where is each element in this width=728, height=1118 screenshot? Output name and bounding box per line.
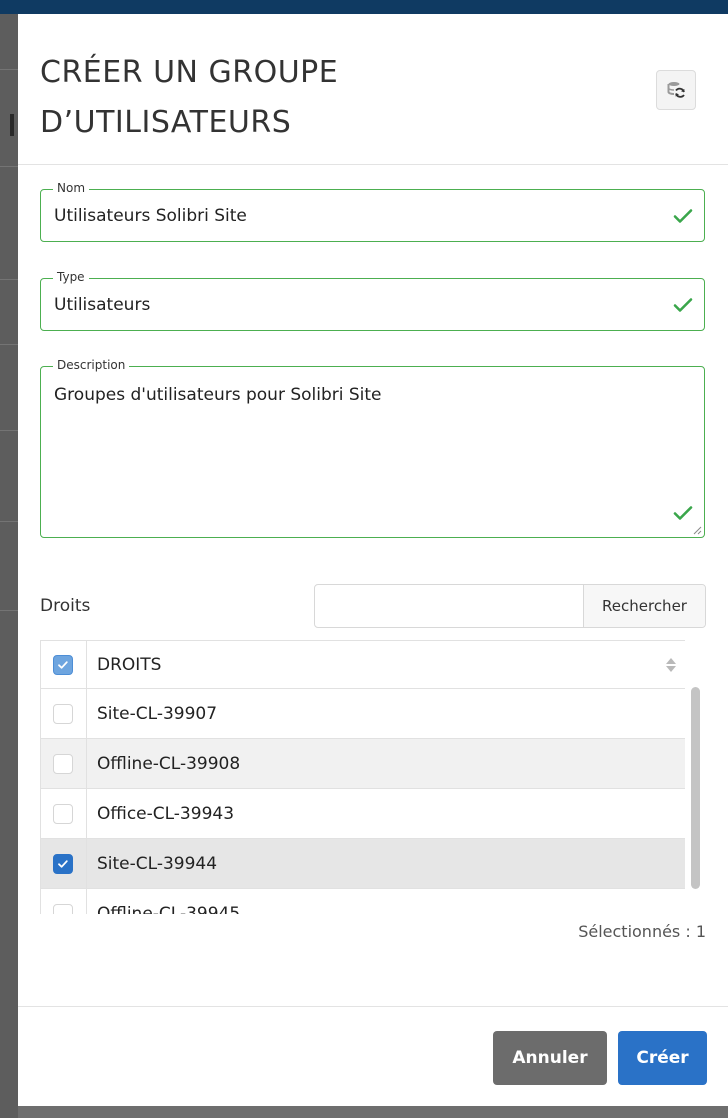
checkmark-icon	[58, 859, 68, 868]
row-label: Site-CL-39907	[97, 703, 218, 724]
row-label: Offline-CL-39908	[97, 753, 241, 774]
row-checkbox[interactable]	[53, 853, 73, 874]
row-label: Offline-CL-39945	[97, 903, 241, 915]
row-checkbox[interactable]	[53, 903, 73, 914]
selected-count: Sélectionnés : 1	[578, 922, 706, 941]
description-textarea[interactable]: Groupes d'utilisateurs pour Solibri Site	[41, 381, 704, 409]
row-label: Office-CL-39943	[97, 803, 235, 824]
scrollbar-thumb[interactable]	[691, 687, 700, 889]
background-page	[0, 14, 18, 1118]
resize-handle-icon[interactable]	[692, 525, 702, 535]
create-user-group-dialog: CRÉER UN GROUPE D’UTILISATEURS Nom Utili…	[18, 14, 728, 1106]
table-row[interactable]: Office-CL-39943	[41, 789, 685, 839]
valid-check-icon	[673, 209, 693, 223]
checkmark-icon	[58, 660, 68, 669]
refresh-button[interactable]	[656, 70, 696, 110]
dialog-title: CRÉER UN GROUPE D’UTILISATEURS	[40, 55, 339, 140]
database-refresh-icon	[667, 82, 685, 98]
row-checkbox[interactable]	[53, 703, 73, 724]
create-button[interactable]: Créer	[618, 1031, 707, 1085]
table-header-row: DROITS	[41, 640, 685, 689]
name-field[interactable]: Nom Utilisateurs Solibri Site	[40, 181, 705, 243]
rights-search-input[interactable]	[315, 585, 583, 627]
cancel-button[interactable]: Annuler	[493, 1031, 607, 1085]
background-text-fragment	[10, 114, 14, 136]
valid-check-icon	[673, 298, 693, 312]
type-input[interactable]: Utilisateurs	[41, 279, 704, 332]
table-row[interactable]: Offline-CL-39908	[41, 739, 685, 789]
rights-table: DROITS Site-CL-39907 Offline-CL-39908 Of…	[40, 640, 685, 914]
select-all-checkbox[interactable]	[53, 654, 73, 675]
row-checkbox[interactable]	[53, 803, 73, 824]
description-field-label: Description	[53, 358, 130, 372]
search-button[interactable]: Rechercher	[583, 585, 705, 627]
type-field[interactable]: Type Utilisateurs	[40, 270, 705, 332]
valid-check-icon	[673, 506, 693, 520]
table-row[interactable]: Site-CL-39907	[41, 689, 685, 739]
table-row[interactable]: Site-CL-39944	[41, 839, 685, 889]
row-checkbox[interactable]	[53, 753, 73, 774]
table-row[interactable]: Offline-CL-39945	[41, 889, 685, 914]
rights-search: Rechercher	[314, 584, 706, 628]
select-all-cell	[41, 641, 87, 688]
app-topbar	[0, 0, 728, 14]
column-header-rights[interactable]: DROITS	[87, 655, 685, 675]
sort-icon[interactable]	[665, 655, 677, 675]
row-label: Site-CL-39944	[97, 853, 218, 874]
dialog-footer: Annuler Créer	[18, 1006, 728, 1106]
rights-label: Droits	[40, 596, 91, 616]
dialog-header: CRÉER UN GROUPE D’UTILISATEURS	[18, 14, 728, 165]
description-field[interactable]: Description Groupes d'utilisateurs pour …	[40, 358, 705, 538]
name-input[interactable]: Utilisateurs Solibri Site	[41, 190, 704, 243]
